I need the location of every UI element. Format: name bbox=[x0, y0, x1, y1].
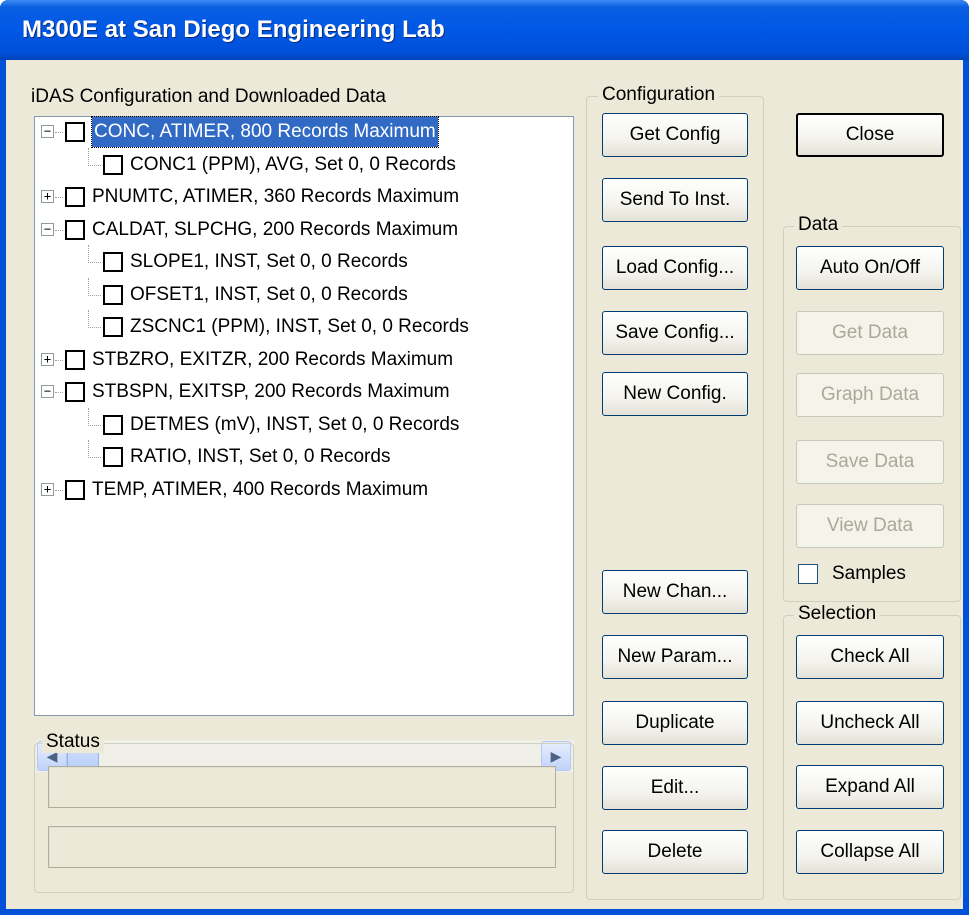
dialog-body: iDAS Configuration and Downloaded Data ◀… bbox=[6, 60, 963, 909]
tree-connector bbox=[88, 262, 101, 263]
samples-label: Samples bbox=[832, 563, 906, 584]
tree-checkbox[interactable] bbox=[103, 154, 123, 175]
load-config-button[interactable]: Load Config... bbox=[602, 246, 748, 290]
tree-connector bbox=[88, 245, 89, 263]
tree-row-label: RATIO, INST, Set 0, 0 Records bbox=[130, 446, 391, 467]
tree-checkbox[interactable] bbox=[65, 187, 85, 207]
collapse-icon[interactable]: − bbox=[41, 125, 54, 138]
delete-button[interactable]: Delete bbox=[602, 830, 748, 874]
tree-channel-row[interactable]: − CONC, ATIMER, 800 Records Maximum bbox=[35, 116, 573, 148]
data-group-label: Data bbox=[794, 214, 843, 236]
tree-checkbox[interactable] bbox=[65, 349, 85, 370]
config-tree[interactable]: ◀ ▶ − CONC, ATIMER, 800 Records Maximum CO… bbox=[34, 116, 574, 772]
tree-channel-row[interactable]: + STBZRO, EXITZR, 200 Records Maximum bbox=[35, 345, 573, 375]
duplicate-button[interactable]: Duplicate bbox=[602, 701, 748, 745]
uncheck-all-button[interactable]: Uncheck All bbox=[796, 701, 944, 745]
check-all-button[interactable]: Check All bbox=[796, 635, 944, 679]
tree-channel-row[interactable]: − STBSPN, EXITSP, 200 Records Maximum bbox=[35, 377, 573, 407]
tree-checkbox[interactable] bbox=[65, 122, 85, 142]
save-data-button[interactable]: Save Data bbox=[796, 440, 944, 484]
view-data-button[interactable]: View Data bbox=[796, 504, 944, 548]
expand-all-button[interactable]: Expand All bbox=[796, 765, 944, 809]
close-button[interactable]: Close bbox=[796, 113, 944, 157]
samples-checkbox[interactable] bbox=[798, 564, 818, 584]
tree-connector bbox=[55, 132, 63, 133]
tree-connector bbox=[55, 197, 63, 198]
tree-connector bbox=[88, 294, 101, 296]
tree-param-row[interactable]: DETMES (mV), INST, Set 0, 0 Records bbox=[35, 407, 573, 440]
tree-row-label: PNUMTC, ATIMER, 360 Records Maximum bbox=[92, 186, 460, 207]
configuration-group-label: Configuration bbox=[598, 84, 720, 106]
save-config-button[interactable]: Save Config... bbox=[602, 311, 748, 355]
tree-row-label: STBSPN, EXITSP, 200 Records Maximum bbox=[92, 381, 450, 402]
graph-data-button[interactable]: Graph Data bbox=[796, 373, 944, 417]
collapse-all-button[interactable]: Collapse All bbox=[796, 830, 944, 874]
expand-icon[interactable]: + bbox=[41, 482, 54, 496]
tree-row-label: DETMES (mV), INST, Set 0, 0 Records bbox=[130, 413, 460, 435]
tree-row-label: STBZRO, EXITZR, 200 Records Maximum bbox=[92, 348, 454, 370]
window-title: M300E at San Diego Engineering Lab bbox=[22, 16, 445, 43]
tree-checkbox[interactable] bbox=[103, 284, 123, 305]
tree-connector bbox=[88, 164, 101, 166]
tree-connector bbox=[88, 407, 89, 426]
tree-param-row[interactable]: ZSCNC1 (PPM), INST, Set 0, 0 Records bbox=[35, 310, 573, 342]
tree-checkbox[interactable] bbox=[103, 414, 123, 435]
tree-connector bbox=[55, 392, 63, 393]
tree-param-row[interactable]: SLOPE1, INST, Set 0, 0 Records bbox=[35, 245, 573, 277]
collapse-icon[interactable]: − bbox=[41, 385, 54, 398]
edit-button[interactable]: Edit... bbox=[602, 766, 748, 810]
selection-group-label: Selection bbox=[794, 603, 881, 625]
tree-channel-row[interactable]: − CALDAT, SLPCHG, 200 Records Maximum bbox=[35, 215, 573, 245]
tree-row-label: CONC, ATIMER, 800 Records Maximum bbox=[91, 116, 439, 148]
tree-checkbox[interactable] bbox=[103, 447, 123, 467]
new-param-button[interactable]: New Param... bbox=[602, 635, 748, 679]
status-field-2 bbox=[48, 826, 556, 868]
tree-connector bbox=[55, 359, 63, 361]
tree-connector bbox=[88, 147, 89, 166]
tree-connector bbox=[88, 424, 101, 426]
tree-param-row[interactable]: CONC1 (PPM), AVG, Set 0, 0 Records bbox=[35, 147, 573, 180]
tree-connector bbox=[88, 277, 89, 296]
collapse-icon[interactable]: − bbox=[41, 222, 54, 236]
tree-channel-row[interactable]: + TEMP, ATIMER, 400 Records Maximum bbox=[35, 475, 573, 505]
tree-row-label: TEMP, ATIMER, 400 Records Maximum bbox=[92, 478, 429, 500]
tree-checkbox[interactable] bbox=[103, 252, 123, 272]
tree-row-label: ZSCNC1 (PPM), INST, Set 0, 0 Records bbox=[130, 316, 469, 337]
tree-checkbox[interactable] bbox=[65, 479, 85, 500]
tree-panel-label: iDAS Configuration and Downloaded Data bbox=[31, 86, 386, 107]
tree-connector bbox=[88, 457, 101, 458]
tree-connector bbox=[55, 229, 63, 231]
tree-checkbox[interactable] bbox=[103, 317, 123, 337]
expand-icon[interactable]: + bbox=[41, 190, 54, 203]
tree-checkbox[interactable] bbox=[65, 219, 85, 240]
get-data-button[interactable]: Get Data bbox=[796, 311, 944, 355]
tree-row-label: CALDAT, SLPCHG, 200 Records Maximum bbox=[92, 218, 459, 240]
tree-checkbox[interactable] bbox=[65, 382, 85, 402]
auto-on-off-button[interactable]: Auto On/Off bbox=[796, 246, 944, 290]
dialog-window: M300E at San Diego Engineering Lab iDAS … bbox=[0, 0, 969, 915]
tree-connector bbox=[88, 440, 89, 458]
new-config-button[interactable]: New Config. bbox=[602, 372, 748, 416]
window-border-bottom bbox=[0, 909, 969, 915]
tree-channel-row[interactable]: + PNUMTC, ATIMER, 360 Records Maximum bbox=[35, 182, 573, 212]
window-border-right bbox=[963, 60, 969, 915]
tree-param-row[interactable]: OFSET1, INST, Set 0, 0 Records bbox=[35, 277, 573, 310]
title-bar[interactable]: M300E at San Diego Engineering Lab bbox=[0, 0, 969, 60]
tree-row-label: CONC1 (PPM), AVG, Set 0, 0 Records bbox=[130, 153, 456, 175]
get-config-button[interactable]: Get Config bbox=[602, 113, 748, 157]
tree-connector bbox=[88, 310, 89, 328]
tree-connector bbox=[88, 327, 101, 328]
send-to-inst-button[interactable]: Send To Inst. bbox=[602, 178, 748, 222]
tree-row-label: OFSET1, INST, Set 0, 0 Records bbox=[130, 283, 408, 305]
new-chan-button[interactable]: New Chan... bbox=[602, 570, 748, 614]
status-group-label: Status bbox=[42, 731, 104, 753]
tree-connector bbox=[55, 489, 63, 491]
expand-icon[interactable]: + bbox=[41, 352, 54, 366]
tree-param-row[interactable]: RATIO, INST, Set 0, 0 Records bbox=[35, 440, 573, 472]
status-field-1 bbox=[48, 766, 556, 808]
tree-row-label: SLOPE1, INST, Set 0, 0 Records bbox=[130, 251, 408, 272]
